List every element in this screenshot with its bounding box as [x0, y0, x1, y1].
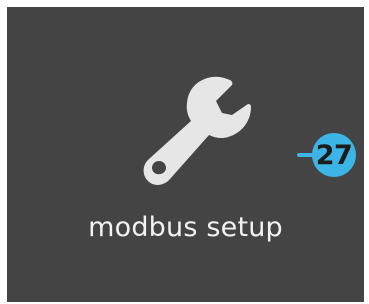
tile-label: modbus setup — [88, 212, 283, 243]
callout-marker: 27 — [297, 133, 362, 177]
callout-number: 27 — [315, 139, 353, 171]
screen: modbus setup 27 — [0, 0, 369, 304]
callout-badge: 27 — [312, 133, 356, 177]
wrench-icon — [143, 76, 251, 185]
